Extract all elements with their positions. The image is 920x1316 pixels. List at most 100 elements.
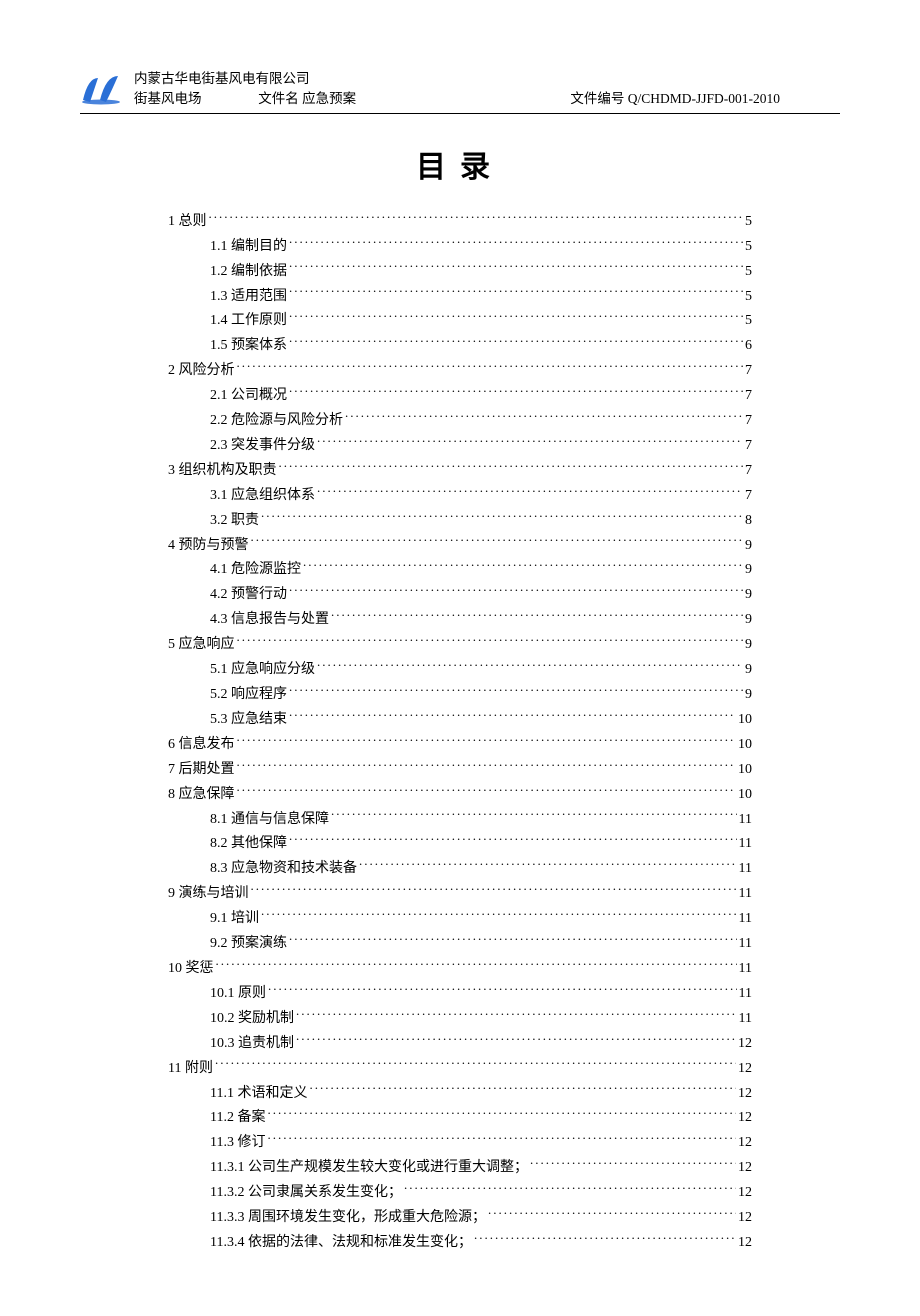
toc-leader-dots (279, 460, 744, 474)
toc-entry: 10 奖惩11 (168, 957, 752, 982)
toc-entry: 8.1 通信与信息保障 11 (168, 808, 752, 833)
toc-leader-dots (267, 1132, 736, 1146)
toc-leader-dots (251, 535, 744, 549)
toc-leader-dots (317, 659, 743, 673)
toc-leader-dots (331, 609, 743, 623)
document-page: 内蒙古华电街基风电有限公司 街基风电场 文件名 应急预案 文件编号 Q/CHDM… (0, 0, 920, 1316)
toc-entry-page: 7 (745, 459, 752, 484)
toc-entry: 6 信息发布10 (168, 733, 752, 758)
toc-entry: 1.2 编制依据5 (168, 260, 752, 285)
toc-entry-page: 5 (745, 235, 752, 260)
toc-entry: 5 应急响应9 (168, 633, 752, 658)
toc-entry-label: 8.2 其他保障 (210, 832, 287, 857)
header-text-block: 内蒙古华电街基风电有限公司 街基风电场 文件名 应急预案 文件编号 Q/CHDM… (134, 70, 840, 109)
toc-entry-page: 10 (738, 783, 752, 808)
toc-leader-dots (215, 1058, 736, 1072)
toc-entry-label: 1 总则 (168, 210, 207, 235)
toc-entry-label: 2 风险分析 (168, 359, 235, 384)
toc-entry-page: 12 (738, 1156, 752, 1181)
toc-entry-page: 10 (738, 733, 752, 758)
toc-entry-page: 12 (738, 1206, 752, 1231)
toc-entry: 2.3 突发事件分级7 (168, 434, 752, 459)
header-docline: 街基风电场 文件名 应急预案 文件编号 Q/CHDMD-JJFD-001-201… (134, 90, 840, 109)
toc-entry-page: 9 (745, 658, 752, 683)
toc-entry: 5.2 响应程序9 (168, 683, 752, 708)
toc-entry: 1.1 编制目的5 (168, 235, 752, 260)
toc-leader-dots (345, 410, 743, 424)
toc-entry-label: 4.1 危险源监控 (210, 558, 301, 583)
toc-leader-dots (237, 734, 737, 748)
toc-entry: 11.3.3 周围环境发生变化，形成重大危险源； 12 (168, 1206, 752, 1231)
toc-entry: 2.2 危险源与风险分析7 (168, 409, 752, 434)
toc-entry: 11.3 修订 12 (168, 1131, 752, 1156)
toc-entry-label: 11.2 备案 (210, 1106, 265, 1131)
toc-leader-dots (404, 1182, 736, 1196)
toc-entry-page: 11 (739, 832, 752, 857)
toc-entry: 11.1 术语和定义12 (168, 1082, 752, 1107)
toc-entry-label: 11.3.2 公司隶属关系发生变化； (210, 1181, 402, 1206)
toc-entry-label: 1.4 工作原则 (210, 309, 287, 334)
toc-leader-dots (309, 1083, 736, 1097)
toc-entry: 5.3 应急结束10 (168, 708, 752, 733)
toc-entry: 4.3 信息报告与处置 9 (168, 608, 752, 633)
toc-entry: 4 预防与预警9 (168, 534, 752, 559)
toc-entry-label: 9.2 预案演练 (210, 932, 287, 957)
toc-entry-label: 11.3.3 周围环境发生变化，形成重大危险源； (210, 1206, 486, 1231)
header-docno: Q/CHDMD-JJFD-001-2010 (628, 91, 780, 106)
toc-entry: 8.2 其他保障 11 (168, 832, 752, 857)
toc-entry-label: 9 演练与培训 (168, 882, 249, 907)
toc-entry-label: 5 应急响应 (168, 633, 235, 658)
toc-entry-label: 2.3 突发事件分级 (210, 434, 315, 459)
toc-entry-page: 5 (745, 210, 752, 235)
toc-entry-label: 1.5 预案体系 (210, 334, 287, 359)
toc-leader-dots (296, 1008, 737, 1022)
toc-entry-page: 12 (738, 1231, 752, 1256)
toc-leader-dots (289, 310, 743, 324)
header-rule (80, 113, 840, 114)
toc-leader-dots (289, 933, 737, 947)
toc-entry-label: 4.2 预警行动 (210, 583, 287, 608)
toc-leader-dots (296, 1033, 736, 1047)
toc-entry-page: 12 (738, 1131, 752, 1156)
toc-entry-label: 2.1 公司概况 (210, 384, 287, 409)
toc-entry: 1 总则 5 (168, 210, 752, 235)
header-docno-label: 文件编号 (570, 91, 624, 106)
toc-entry-page: 10 (738, 758, 752, 783)
toc-entry: 3.1 应急组织体系7 (168, 484, 752, 509)
toc-entry: 8.3 应急物资和技术装备11 (168, 857, 752, 882)
toc-entry-label: 4 预防与预警 (168, 534, 249, 559)
toc-entry-page: 11 (739, 882, 752, 907)
toc-entry-label: 5.1 应急响应分级 (210, 658, 315, 683)
toc-entry: 10.2 奖励机制11 (168, 1007, 752, 1032)
toc-entry-page: 11 (739, 808, 752, 833)
page-header: 内蒙古华电街基风电有限公司 街基风电场 文件名 应急预案 文件编号 Q/CHDM… (80, 70, 840, 109)
toc-entry-label: 8.1 通信与信息保障 (210, 808, 329, 833)
toc-entry-page: 9 (745, 583, 752, 608)
toc-entry-label: 4.3 信息报告与处置 (210, 608, 329, 633)
toc-entry-label: 10.1 原则 (210, 982, 266, 1007)
toc-entry-label: 7 后期处置 (168, 758, 235, 783)
toc-entry: 5.1 应急响应分级 9 (168, 658, 752, 683)
toc-entry-page: 12 (738, 1106, 752, 1131)
toc-entry-label: 11.3 修订 (210, 1131, 265, 1156)
toc-entry-label: 9.1 培训 (210, 907, 259, 932)
toc-leader-dots (289, 833, 737, 847)
toc-leader-dots (331, 809, 737, 823)
toc-entry: 11.3.2 公司隶属关系发生变化； 12 (168, 1181, 752, 1206)
toc-leader-dots (267, 1107, 736, 1121)
toc-entry: 11.2 备案 12 (168, 1106, 752, 1131)
toc-entry-page: 11 (739, 982, 752, 1007)
toc-entry-page: 12 (738, 1057, 752, 1082)
toc-entry-page: 11 (739, 1007, 752, 1032)
toc-entry-label: 5.3 应急结束 (210, 708, 287, 733)
toc-entry-label: 11.3.4 依据的法律、法规和标准发生变化； (210, 1231, 472, 1256)
toc-entry-page: 12 (738, 1181, 752, 1206)
toc-entry-page: 5 (745, 285, 752, 310)
toc-entry-label: 8 应急保障 (168, 783, 235, 808)
header-right: 文件编号 Q/CHDMD-JJFD-001-2010 (570, 90, 780, 109)
toc-leader-dots (237, 360, 744, 374)
toc-entry-page: 6 (745, 334, 752, 359)
header-left: 街基风电场 文件名 应急预案 (134, 90, 356, 109)
company-logo-icon (80, 72, 122, 106)
toc-entry-page: 9 (745, 608, 752, 633)
